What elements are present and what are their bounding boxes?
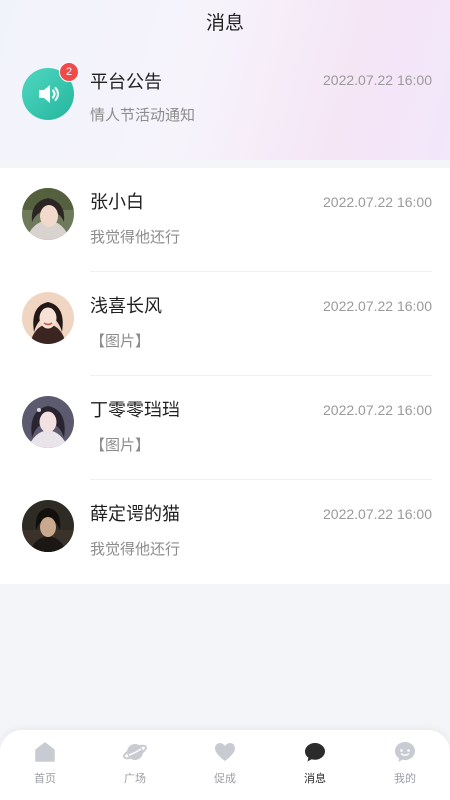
avatar — [22, 500, 74, 552]
message-time: 2022.07.22 16:00 — [323, 506, 432, 522]
message-preview: 我觉得他还行 — [90, 228, 181, 246]
message-list: 张小白 我觉得他还行 2022.07.22 16:00 浅喜长风 【图片】 20… — [0, 168, 450, 584]
message-preview: 【图片】 — [90, 436, 151, 454]
tab-label: 消息 — [304, 772, 326, 785]
tab-messages[interactable]: 消息 — [270, 730, 360, 800]
contact-name: 浅喜长风 — [90, 296, 162, 317]
message-preview: 我觉得他还行 — [90, 540, 181, 558]
message-time: 2022.07.22 16:00 — [323, 194, 432, 210]
message-time: 2022.07.22 16:00 — [323, 402, 432, 418]
announcement-time: 2022.07.22 16:00 — [323, 72, 432, 88]
announcement-avatar: 2 — [22, 62, 79, 120]
home-icon — [35, 742, 55, 762]
tab-label: 首页 — [34, 772, 56, 785]
bottom-tab-bar: 首页 广场 促成 消息 我的 — [0, 730, 450, 800]
unread-badge: 2 — [59, 62, 79, 82]
contact-name: 丁零零珰珰 — [90, 400, 180, 421]
avatar — [22, 188, 74, 240]
tab-match[interactable]: 促成 — [180, 730, 270, 800]
tab-label: 我的 — [394, 772, 416, 785]
tab-plaza[interactable]: 广场 — [90, 730, 180, 800]
announcement-preview: 情人节活动通知 — [90, 106, 196, 124]
tab-label: 广场 — [124, 772, 146, 785]
message-preview: 【图片】 — [90, 332, 151, 350]
chat-bubble-icon — [305, 743, 325, 762]
list-item[interactable]: 浅喜长风 【图片】 2022.07.22 16:00 — [0, 272, 450, 376]
contact-name: 张小白 — [90, 192, 144, 213]
message-time: 2022.07.22 16:00 — [323, 298, 432, 314]
heart-icon — [215, 743, 235, 761]
tab-home[interactable]: 首页 — [0, 730, 90, 800]
tab-label: 促成 — [214, 772, 236, 785]
page-title: 消息 — [205, 11, 244, 34]
page-header: 消息 — [0, 0, 450, 44]
speaker-icon — [39, 85, 60, 103]
avatar — [22, 396, 74, 448]
tab-profile[interactable]: 我的 — [360, 730, 450, 800]
contact-name: 薛定谔的猫 — [90, 504, 180, 525]
list-item[interactable]: 张小白 我觉得他还行 2022.07.22 16:00 — [0, 168, 450, 272]
list-item[interactable]: 薛定谔的猫 我觉得他还行 2022.07.22 16:00 — [0, 480, 450, 584]
announcement-row[interactable]: 2 平台公告 情人节活动通知 2022.07.22 16:00 — [0, 46, 450, 150]
profile-face-icon — [395, 742, 415, 762]
list-item[interactable]: 丁零零珰珰 【图片】 2022.07.22 16:00 — [0, 376, 450, 480]
announcement-title: 平台公告 — [90, 72, 162, 93]
avatar — [22, 292, 74, 344]
planet-icon — [123, 744, 147, 760]
